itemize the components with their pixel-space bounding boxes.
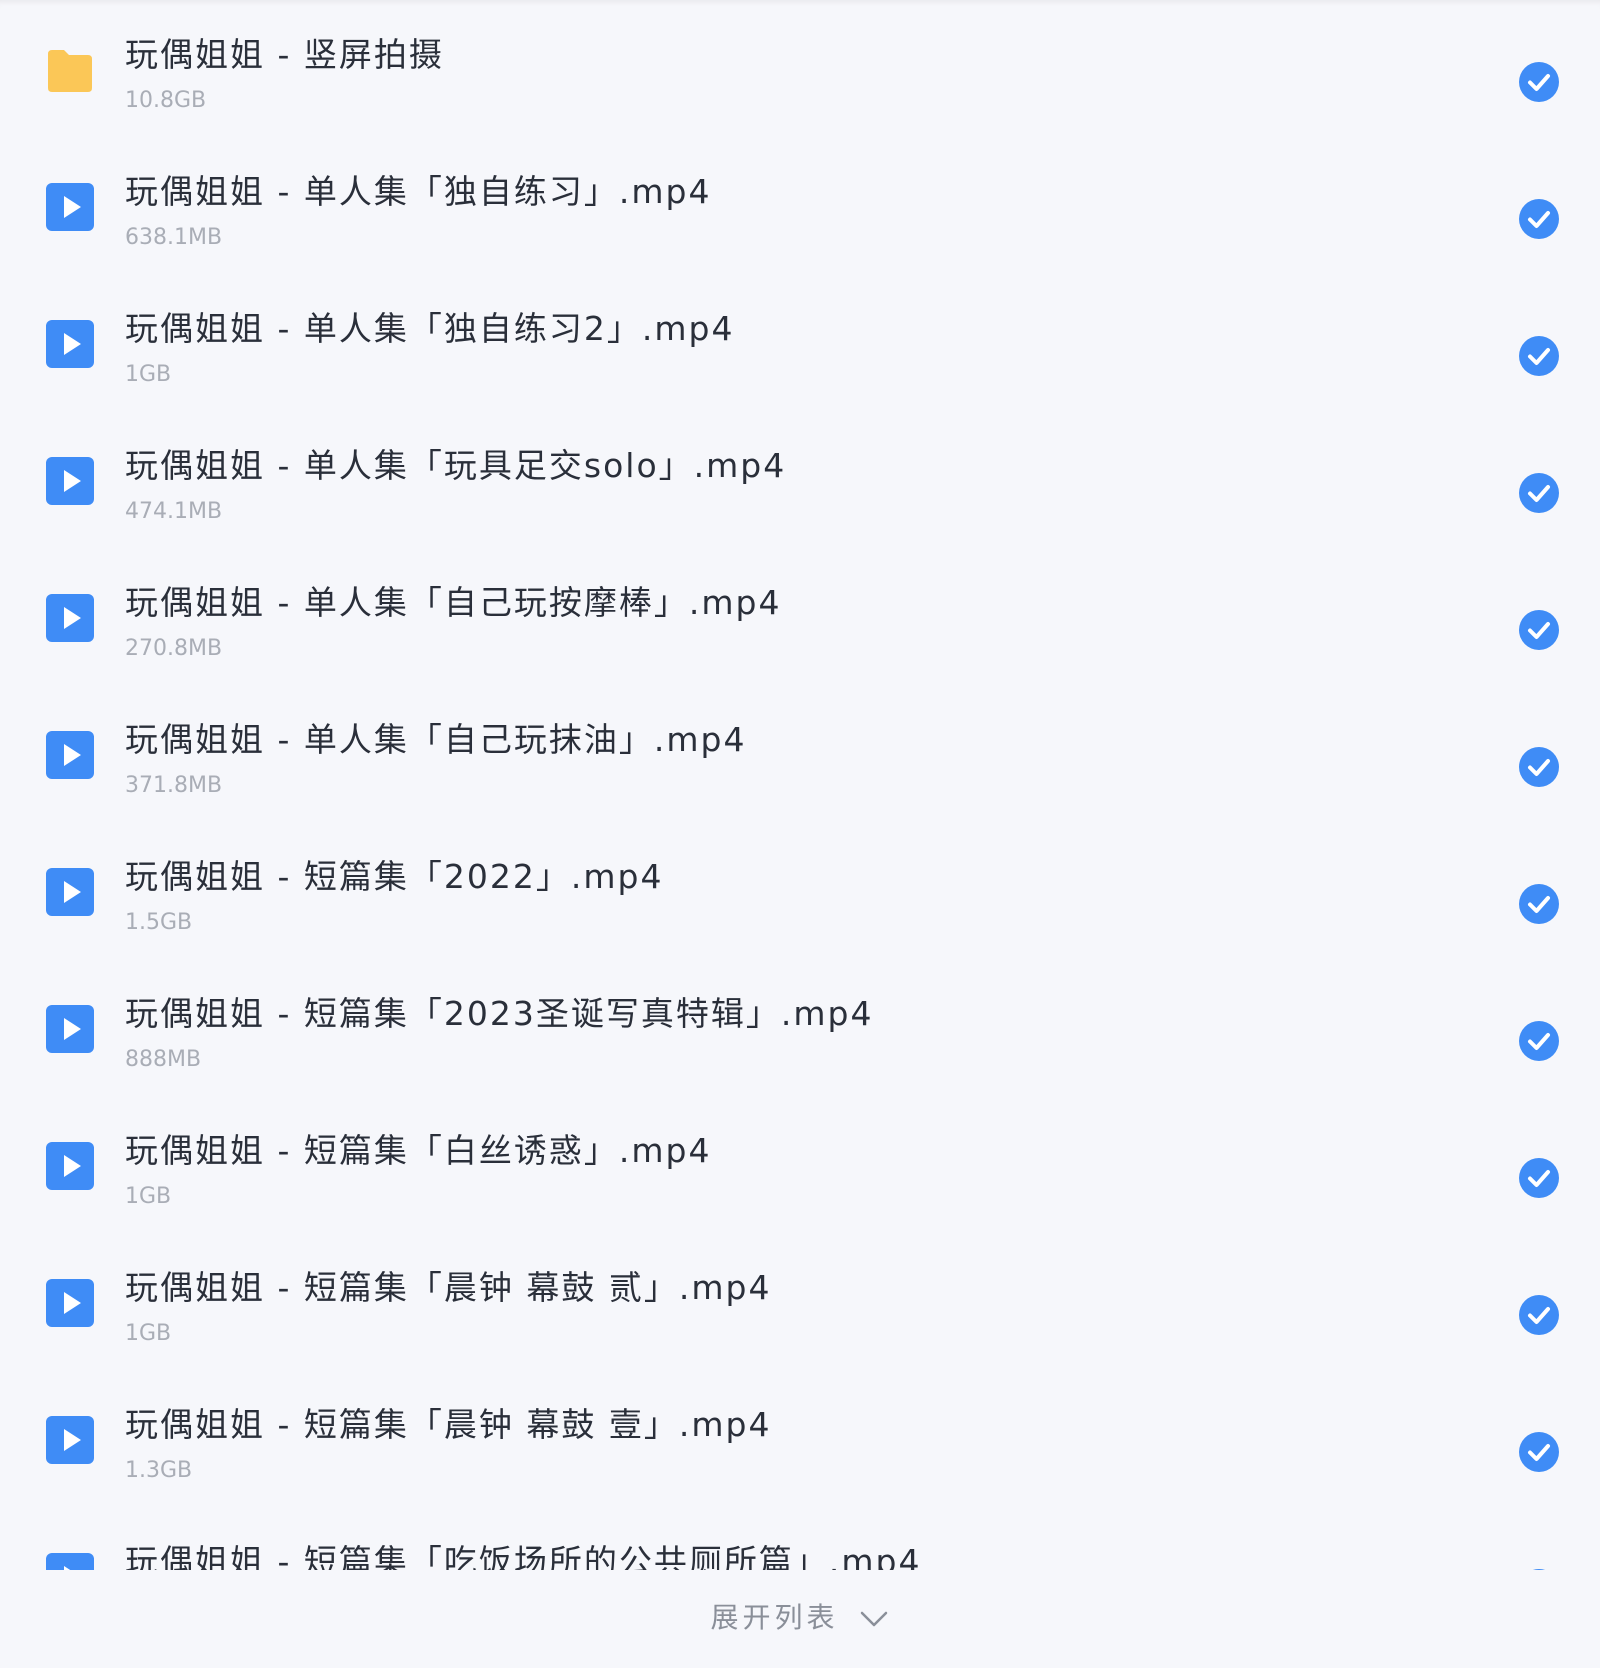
file-size: 1.5GB [125, 910, 193, 935]
file-list: 玩偶姐姐 - 竖屏拍摄 10.8GB 玩偶姐姐 - 单人集「独自练习」.mp4 … [0, 0, 1600, 1570]
video-play-icon [44, 866, 96, 918]
file-size: 1GB [125, 1184, 172, 1209]
check-circle-icon[interactable] [1519, 336, 1559, 376]
file-size: 1.3GB [125, 1458, 193, 1483]
expand-list-button[interactable]: 展开列表 [0, 1596, 1600, 1636]
list-item[interactable]: 玩偶姐姐 - 短篇集「2023圣诞写真特辑」.mp4 888MB [0, 959, 1600, 1096]
file-name: 玩偶姐姐 - 单人集「自己玩按摩棒」.mp4 [125, 583, 782, 622]
file-size: 474.1MB [125, 499, 223, 524]
check-circle-icon[interactable] [1519, 1295, 1559, 1335]
video-play-icon [44, 729, 96, 781]
list-item[interactable]: 玩偶姐姐 - 单人集「自己玩按摩棒」.mp4 270.8MB [0, 548, 1600, 685]
file-name: 玩偶姐姐 - 短篇集「晨钟 幕鼓 贰」.mp4 [125, 1268, 772, 1307]
list-item[interactable]: 玩偶姐姐 - 短篇集「2022」.mp4 1.5GB [0, 822, 1600, 959]
check-circle-icon[interactable] [1519, 1432, 1559, 1472]
check-circle-icon[interactable] [1519, 1158, 1559, 1198]
video-play-icon [44, 1414, 96, 1466]
folder-icon [44, 44, 96, 96]
video-play-icon [44, 592, 96, 644]
file-name: 玩偶姐姐 - 单人集「独自练习」.mp4 [125, 172, 712, 211]
file-name: 玩偶姐姐 - 竖屏拍摄 [125, 35, 444, 74]
file-list-panel: 玩偶姐姐 - 竖屏拍摄 10.8GB 玩偶姐姐 - 单人集「独自练习」.mp4 … [0, 0, 1600, 1668]
expand-list-label: 展开列表 [710, 1601, 839, 1634]
video-play-icon [44, 1277, 96, 1329]
file-name: 玩偶姐姐 - 短篇集「白丝诱惑」.mp4 [125, 1131, 712, 1170]
file-name: 玩偶姐姐 - 短篇集「吃饭场所的公共厕所篇」.mp4 [125, 1542, 922, 1570]
video-play-icon [44, 455, 96, 507]
file-name: 玩偶姐姐 - 单人集「自己玩抹油」.mp4 [125, 720, 747, 759]
file-size: 270.8MB [125, 636, 223, 661]
file-size: 1GB [125, 1321, 172, 1346]
file-name: 玩偶姐姐 - 短篇集「2022」.mp4 [125, 857, 664, 896]
video-play-icon [44, 1551, 96, 1570]
video-play-icon [44, 318, 96, 370]
video-play-icon [44, 181, 96, 233]
file-size: 371.8MB [125, 773, 223, 798]
check-circle-icon[interactable] [1519, 1569, 1559, 1570]
video-play-icon [44, 1003, 96, 1055]
chevron-down-icon [859, 1609, 889, 1629]
check-circle-icon[interactable] [1519, 1021, 1559, 1061]
list-item[interactable]: 玩偶姐姐 - 单人集「独自练习2」.mp4 1GB [0, 274, 1600, 411]
list-item[interactable]: 玩偶姐姐 - 短篇集「白丝诱惑」.mp4 1GB [0, 1096, 1600, 1233]
file-name: 玩偶姐姐 - 单人集「玩具足交solo」.mp4 [125, 446, 787, 485]
check-circle-icon[interactable] [1519, 62, 1559, 102]
list-item[interactable]: 玩偶姐姐 - 单人集「玩具足交solo」.mp4 474.1MB [0, 411, 1600, 548]
file-name: 玩偶姐姐 - 短篇集「晨钟 幕鼓 壹」.mp4 [125, 1405, 772, 1444]
check-circle-icon[interactable] [1519, 473, 1559, 513]
check-circle-icon[interactable] [1519, 199, 1559, 239]
list-item[interactable]: 玩偶姐姐 - 单人集「自己玩抹油」.mp4 371.8MB [0, 685, 1600, 822]
list-item[interactable]: 玩偶姐姐 - 竖屏拍摄 10.8GB [0, 0, 1600, 137]
file-size: 10.8GB [125, 88, 207, 113]
list-item[interactable]: 玩偶姐姐 - 单人集「独自练习」.mp4 638.1MB [0, 137, 1600, 274]
list-item[interactable]: 玩偶姐姐 - 短篇集「吃饭场所的公共厕所篇」.mp4 [0, 1507, 1600, 1570]
check-circle-icon[interactable] [1519, 610, 1559, 650]
file-name: 玩偶姐姐 - 短篇集「2023圣诞写真特辑」.mp4 [125, 994, 874, 1033]
video-play-icon [44, 1140, 96, 1192]
list-item[interactable]: 玩偶姐姐 - 短篇集「晨钟 幕鼓 壹」.mp4 1.3GB [0, 1370, 1600, 1507]
file-name: 玩偶姐姐 - 单人集「独自练习2」.mp4 [125, 309, 735, 348]
list-item[interactable]: 玩偶姐姐 - 短篇集「晨钟 幕鼓 贰」.mp4 1GB [0, 1233, 1600, 1370]
check-circle-icon[interactable] [1519, 747, 1559, 787]
file-size: 638.1MB [125, 225, 223, 250]
check-circle-icon[interactable] [1519, 884, 1559, 924]
file-size: 888MB [125, 1047, 202, 1072]
file-size: 1GB [125, 362, 172, 387]
